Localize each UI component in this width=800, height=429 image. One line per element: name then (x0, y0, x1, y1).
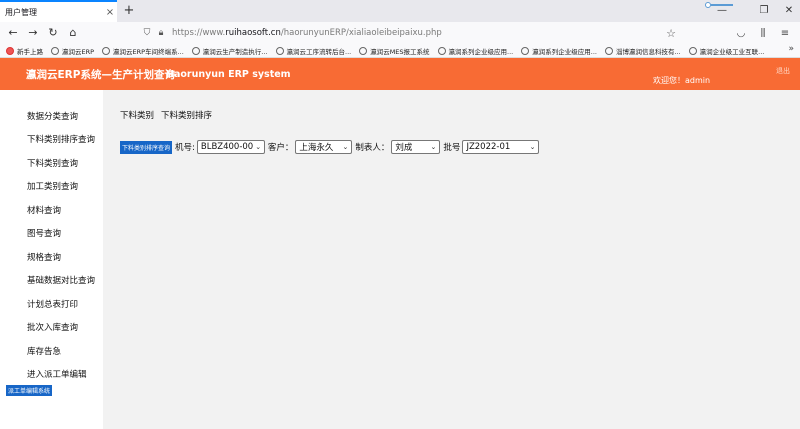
bookmark-item[interactable]: 瀛润系列企业级应用... (521, 46, 597, 56)
globe-icon (521, 46, 530, 55)
breadcrumb-item: 下料类别排序 (161, 111, 213, 121)
customer-label: 客户： (267, 143, 294, 153)
sidebar-item-stock-alert[interactable]: 库存告急 (27, 345, 61, 357)
bookmark-item[interactable]: 淄博瀛润信息科技有... (604, 46, 681, 56)
url-bar[interactable]: ⛉ 🔒︎ https://www.ruihaosoft.cn/haorunyun… (140, 24, 678, 42)
bookmark-item[interactable]: 瀛润云ERP车间终端系... (102, 46, 184, 56)
globe-icon (275, 46, 284, 55)
sidebar-item-processing-category[interactable]: 加工类别查询 (27, 180, 78, 192)
sidebar: 数据分类查询 下料类别排序查询 下料类别查询 加工类别查询 材料查询 图号查询 … (0, 90, 103, 429)
chevron-down-icon: ⌄ (430, 143, 437, 151)
sidebar-item-data-category[interactable]: 数据分类查询 (27, 110, 78, 122)
sidebar-item-cutting-sort[interactable]: 下料类别排序查询 (27, 133, 95, 145)
url-text[interactable]: https://www.ruihaosoft.cn/haorunyunERP/x… (172, 28, 664, 38)
globe-icon (437, 46, 446, 55)
lock-icon[interactable]: 🔒︎ (154, 28, 168, 38)
shield-icon[interactable]: ⛉ (140, 28, 154, 38)
home-icon[interactable]: ⌂ (63, 23, 83, 43)
bookmark-item[interactable]: 瀛润云生产制造执行... (191, 46, 268, 56)
preparer-select[interactable]: 刘成 ⌄ (391, 140, 441, 154)
firefox-icon (6, 46, 14, 55)
library-icon[interactable]: ⫼ (752, 28, 774, 39)
bookmarks-overflow-icon[interactable]: » (788, 44, 794, 54)
forward-icon[interactable]: → (23, 23, 43, 43)
sidebar-item-base-compare[interactable]: 基础数据对比查询 (27, 274, 95, 286)
sidebar-item-drawing-no[interactable]: 图号查询 (27, 227, 61, 239)
chevron-down-icon: ⌄ (529, 143, 536, 151)
close-tab-icon[interactable]: × (103, 7, 117, 18)
customer-select[interactable]: 上海永久 ⌄ (295, 140, 353, 154)
close-window-icon[interactable]: ✕ (778, 0, 800, 22)
system-title-en: Haorunyun ERP system (166, 69, 291, 80)
page-header: 瀛润云ERP系统—生产计划查询 Haorunyun ERP system 欢迎您… (0, 58, 800, 90)
sidebar-item-cutting-category[interactable]: 下料类别查询 (27, 157, 78, 169)
bookmarks-bar: 新手上路 瀛润云ERP 瀛润云ERP车间终端系... 瀛润云生产制造执行... … (0, 44, 800, 58)
globe-icon (51, 46, 59, 55)
web-page: 瀛润云ERP系统—生产计划查询 Haorunyun ERP system 欢迎您… (0, 58, 800, 429)
bookmark-item[interactable]: 瀛润系列企业级应用... (437, 46, 513, 56)
system-title: 瀛润云ERP系统—生产计划查询 (26, 69, 175, 81)
globe-icon (359, 46, 368, 55)
tab-title: 用户管理 (5, 7, 37, 17)
welcome-text: 欢迎您！admin (653, 76, 711, 85)
bookmark-item[interactable]: 瀛润云MES报工系统 (359, 46, 430, 56)
browser-tab[interactable]: 用户管理 × (0, 0, 117, 22)
query-button[interactable]: 下料类别排序查询 (120, 140, 173, 154)
main-content: 下料类别 下料类别排序 下料类别排序查询 机号: BLBZ400-00 ⌄ 客户：… (103, 90, 800, 429)
bookmark-item[interactable]: 瀛润云工序流转后台... (275, 46, 351, 56)
sidebar-item-spec[interactable]: 规格查询 (27, 251, 61, 263)
globe-icon (191, 46, 200, 55)
bookmark-star-icon[interactable]: ☆ (664, 27, 678, 40)
bookmark-item[interactable]: 瀛润企业级工业互联... (688, 46, 764, 56)
reload-icon[interactable]: ↻ (43, 23, 63, 43)
logout-link[interactable]: 退出 (776, 66, 790, 76)
sidebar-item-material[interactable]: 材料查询 (27, 204, 61, 216)
back-icon[interactable]: ← (3, 23, 23, 43)
preparer-label: 制表人： (355, 143, 390, 153)
sidebar-item-dispatch-edit[interactable]: 进入派工单编辑 (27, 368, 87, 380)
chevron-down-icon: ⌄ (255, 143, 262, 151)
globe-icon (604, 46, 613, 55)
batch-no-label: 批号 (443, 143, 461, 153)
sidebar-item-batch-inbound[interactable]: 批次入库查询 (27, 321, 78, 333)
chevron-down-icon: ⌄ (342, 143, 349, 151)
restore-icon[interactable]: ❐ (753, 0, 775, 22)
browser-navbar: ← → ↻ ⌂ ⛉ 🔒︎ https://www.ruihaosoft.cn/h… (0, 22, 800, 44)
sidebar-item-plan-print[interactable]: 计划总表打印 (27, 298, 78, 310)
bookmark-item[interactable]: 瀛润云ERP (51, 46, 94, 56)
browser-tab-strip: 用户管理 × + — ❐ ✕ (0, 0, 800, 22)
batch-no-select[interactable]: JZ2022-01 ⌄ (462, 140, 540, 154)
new-tab-button[interactable]: + (121, 3, 137, 19)
globe-icon (102, 46, 111, 55)
breadcrumb-item: 下料类别 (120, 111, 155, 121)
machine-no-label: 机号: (175, 143, 195, 153)
query-toolbar: 下料类别排序查询 机号: BLBZ400-00 ⌄ 客户： 上海永久 ⌄ 制表人： … (120, 140, 542, 154)
pocket-icon[interactable]: ◡ (730, 28, 752, 39)
globe-icon (688, 46, 697, 55)
minimize-icon[interactable]: — (711, 0, 733, 22)
dispatch-system-button[interactable]: 派工单编辑系统 (6, 385, 53, 396)
bookmark-item[interactable]: 新手上路 (6, 46, 43, 56)
machine-no-select[interactable]: BLBZ400-00 ⌄ (196, 140, 265, 154)
menu-icon[interactable]: ≡ (774, 28, 796, 39)
